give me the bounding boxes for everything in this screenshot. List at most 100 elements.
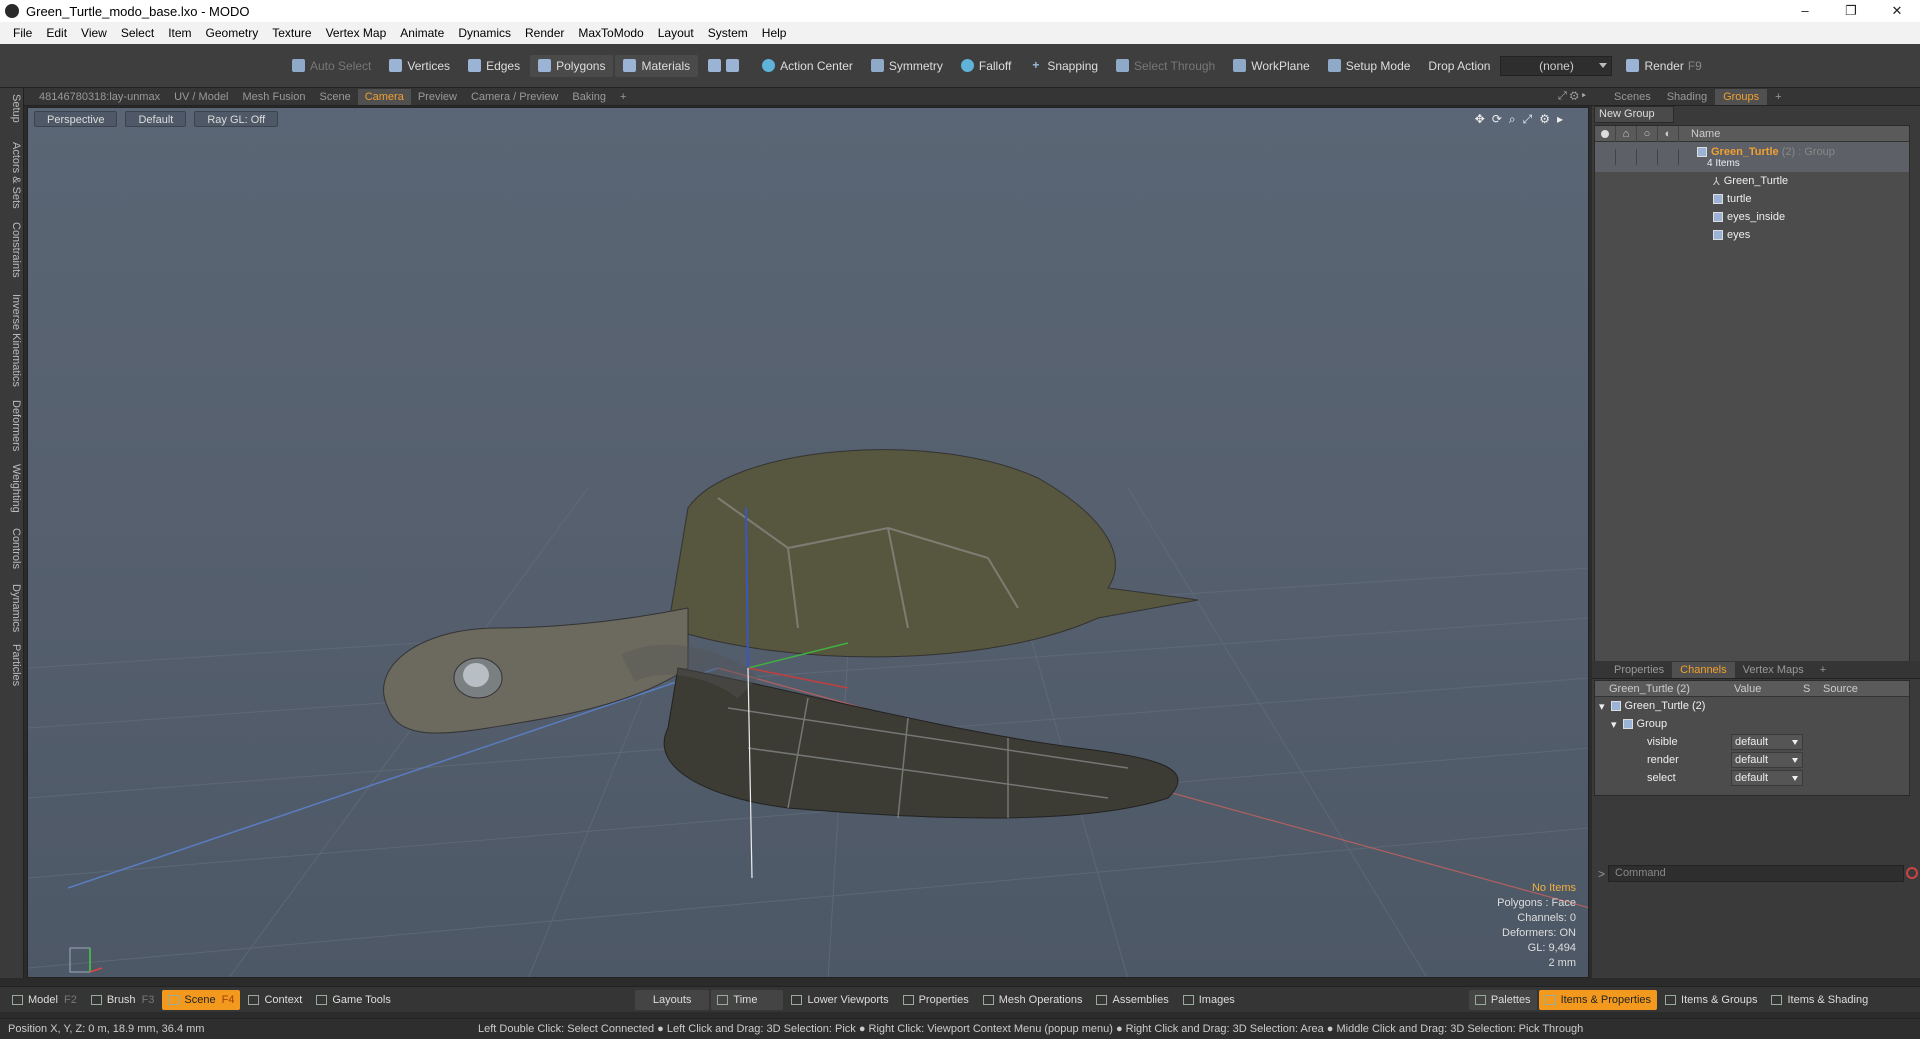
menu-view[interactable]: View [74,26,114,40]
menu-geometry[interactable]: Geometry [199,26,266,40]
tab-lay-unmax[interactable]: 48146780318:lay-unmax [32,89,167,105]
render-button[interactable]: Render F9 [1618,55,1709,77]
list-item[interactable]: eyes [1595,226,1909,244]
restore-button[interactable]: ❐ [1828,0,1874,22]
menu-help[interactable]: Help [755,26,794,40]
vertices-button[interactable]: Vertices [381,55,458,77]
select-column-icon[interactable]: ◐ [1658,125,1679,142]
command-input[interactable]: Command [1608,865,1904,882]
group-row-green-turtle[interactable]: Green_Turtle (2) : Group 4 Items [1595,142,1909,172]
tab-properties[interactable]: Properties [1606,662,1672,678]
menu-maxtomodo[interactable]: MaxToModo [571,26,650,40]
add-channels-tab-button[interactable]: + [1812,662,1834,678]
channels-root-row[interactable]: ▾ Green_Turtle (2) [1595,697,1909,715]
tab-controls[interactable]: Controls [2,528,22,569]
selection-sets-button[interactable] [700,55,752,77]
table-row[interactable]: render default [1595,751,1909,769]
assemblies-button[interactable]: Assemblies [1090,990,1174,1010]
scene-layout-button[interactable]: Scene F4 [162,989,241,1010]
tab-baking[interactable]: Baking [565,89,613,105]
close-button[interactable]: ✕ [1874,0,1920,22]
tab-groups[interactable]: Groups [1715,88,1768,105]
images-button[interactable]: Images [1177,990,1241,1010]
table-row[interactable]: select default [1595,769,1909,787]
render-column-icon[interactable]: ⌂ [1616,125,1637,142]
properties-button[interactable]: Properties [897,990,975,1010]
tab-dynamics[interactable]: Dynamics [2,584,22,632]
tab-setup[interactable]: Setup [2,94,22,123]
model-layout-button[interactable]: Model F2 [6,990,83,1010]
game-tools-layout-button[interactable]: Game Tools [310,990,397,1010]
tab-constraints[interactable]: Constraints [2,222,22,278]
lower-viewports-button[interactable]: Lower Viewports [785,990,894,1010]
visibility-column-icon[interactable] [1595,125,1616,142]
workplane-button[interactable]: WorkPlane [1225,55,1317,77]
table-row[interactable]: visible default [1595,733,1909,751]
tab-deformers[interactable]: Deformers [2,400,22,451]
record-icon[interactable] [1906,867,1918,879]
tab-camera-preview[interactable]: Camera / Preview [464,89,565,105]
new-group-button[interactable]: New Group [1594,106,1674,123]
list-item[interactable]: eyes_inside [1595,208,1909,226]
tab-weighting[interactable]: Weighting [2,464,22,513]
tab-scenes[interactable]: Scenes [1606,89,1659,105]
render-value-dropdown[interactable]: default [1731,752,1803,768]
add-right-tab-button[interactable]: + [1767,89,1789,105]
tab-uv-model[interactable]: UV / Model [167,89,235,105]
visible-value-dropdown[interactable]: default [1731,734,1803,750]
time-button[interactable]: Time [711,989,784,1010]
tab-vertex-maps[interactable]: Vertex Maps [1735,662,1812,678]
tab-inverse-kinematics[interactable]: Inverse Kinematics [2,294,22,387]
perspective-button[interactable]: Perspective [34,111,118,127]
snapping-button[interactable]: + Snapping [1021,55,1106,77]
menu-layout[interactable]: Layout [651,26,701,40]
channels-group-row[interactable]: ▾ Group [1595,715,1909,733]
raygl-button[interactable]: Ray GL: Off [194,111,279,127]
viewport-nav-icons[interactable]: ✥⟳⌕⤢⚙▸ [1475,112,1570,127]
add-tab-button[interactable]: + [613,89,633,105]
layouts-button[interactable]: Layouts [634,989,710,1010]
list-item[interactable]: turtle [1595,190,1909,208]
viewport-tab-options-icon[interactable]: ⤢ ⚙ ▸ [1558,90,1586,103]
menu-render[interactable]: Render [518,26,571,40]
menu-animate[interactable]: Animate [393,26,451,40]
menu-file[interactable]: File [6,26,39,40]
auto-select-button[interactable]: Auto Select [284,55,379,77]
tab-shading[interactable]: Shading [1659,89,1715,105]
menu-dynamics[interactable]: Dynamics [451,26,518,40]
menu-item[interactable]: Item [161,26,198,40]
default-shading-button[interactable]: Default [125,111,187,127]
tab-particles[interactable]: Particles [2,644,22,686]
select-value-dropdown[interactable]: default [1731,770,1803,786]
action-center-button[interactable]: Action Center [754,55,861,77]
menu-vertex-map[interactable]: Vertex Map [319,26,394,40]
tab-mesh-fusion[interactable]: Mesh Fusion [236,89,313,105]
tab-channels[interactable]: Channels [1672,661,1735,678]
menu-select[interactable]: Select [114,26,161,40]
palettes-button[interactable]: Palettes [1468,989,1537,1010]
menu-texture[interactable]: Texture [265,26,318,40]
tab-preview[interactable]: Preview [411,89,464,105]
collapse-icon[interactable]: ▾ [1599,700,1605,713]
edges-button[interactable]: Edges [460,55,528,77]
minimize-button[interactable]: – [1782,0,1828,22]
items-groups-button[interactable]: Items & Groups [1659,990,1763,1010]
tab-scene[interactable]: Scene [313,89,358,105]
tab-camera[interactable]: Camera [357,88,411,105]
tab-actors-sets[interactable]: Actors & Sets [2,142,22,209]
menu-system[interactable]: System [701,26,755,40]
collapse-icon[interactable]: ▾ [1611,718,1617,731]
drop-action-dropdown[interactable]: (none) [1500,55,1613,76]
mesh-operations-button[interactable]: Mesh Operations [977,990,1089,1010]
items-properties-button[interactable]: Items & Properties [1538,989,1658,1010]
polygons-button[interactable]: Polygons [530,54,614,77]
materials-button[interactable]: Materials [615,54,699,77]
symmetry-button[interactable]: Symmetry [863,55,951,77]
brush-layout-button[interactable]: Brush F3 [85,990,161,1010]
menu-edit[interactable]: Edit [39,26,74,40]
3d-viewport[interactable]: Perspective Default Ray GL: Off ✥⟳⌕⤢⚙▸ N… [27,107,1589,978]
falloff-button[interactable]: Falloff [953,55,1019,77]
lock-column-icon[interactable]: ○ [1637,125,1658,142]
items-shading-button[interactable]: Items & Shading [1765,990,1874,1010]
setup-mode-button[interactable]: Setup Mode [1320,55,1419,77]
